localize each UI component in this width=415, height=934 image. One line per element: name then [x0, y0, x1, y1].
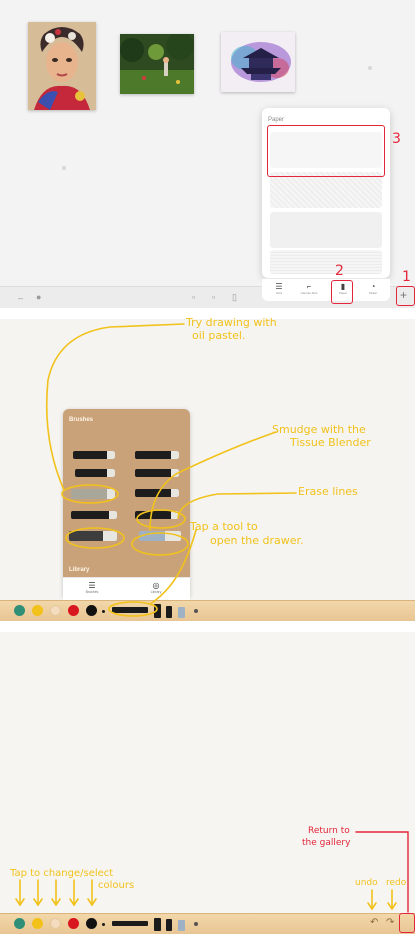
tool-bar: [0, 600, 415, 621]
tissue-blender-tool[interactable]: [139, 531, 181, 541]
note-smudge-line2: Tissue Blender: [290, 436, 371, 449]
redo-icon[interactable]: ↷: [386, 917, 394, 928]
tab-library[interactable]: ◎ Library: [141, 581, 171, 595]
note-tap-tool-line2: open the drawer.: [210, 534, 304, 547]
library-icon: ◎: [152, 581, 160, 590]
note-smudge-line1: Smudge with the: [272, 423, 366, 436]
color-swatch-red[interactable]: [68, 605, 79, 616]
toolbar-settings[interactable]: [194, 922, 198, 926]
gallery-thumbnail-temple[interactable]: [221, 32, 295, 92]
note-redo: redo: [386, 878, 407, 888]
grid-icon: ☰: [275, 282, 283, 291]
brush-tool[interactable]: [71, 511, 117, 519]
note-colours-line2: colours: [98, 880, 135, 891]
gallery-thumbnail-portrait[interactable]: [28, 22, 96, 110]
color-swatch-black[interactable]: [86, 918, 97, 929]
brush-tool[interactable]: [75, 469, 115, 477]
decorative-dot: [368, 66, 372, 70]
callout-number-1: 1: [402, 269, 411, 285]
color-swatch-teal[interactable]: [14, 918, 25, 929]
eraser-tool[interactable]: [135, 511, 179, 519]
note-tap-tool-line1: Tap a tool to: [190, 520, 258, 533]
brushes-icon: ☰: [88, 581, 96, 590]
color-swatch-cream[interactable]: [50, 605, 61, 616]
decorative-dot: [62, 166, 66, 170]
canvas-screen[interactable]: [0, 632, 415, 933]
picker-icon: ◔: [370, 282, 376, 291]
brush-tool[interactable]: [69, 531, 117, 541]
canvas-size-icon: ⌐: [306, 282, 312, 291]
brush-drawer-tabs: ☰ Brushes ◎ Library: [63, 577, 190, 600]
tab-canvas-size[interactable]: ⌐ Canvas Size: [298, 282, 320, 296]
paper-option[interactable]: [270, 172, 382, 208]
highlight-paper-tab: [331, 280, 353, 304]
toolbar-oil-pastel[interactable]: [112, 607, 148, 613]
color-swatch-yellow[interactable]: [32, 605, 43, 616]
paper-option[interactable]: [270, 250, 382, 274]
highlight-add-button: [396, 286, 415, 306]
note-undo: undo: [355, 878, 378, 888]
oil-pastel-tool[interactable]: [71, 489, 115, 499]
help-icon[interactable]: ●: [36, 293, 41, 302]
temple-artwork: [221, 32, 295, 92]
callout-number-2: 2: [335, 263, 344, 279]
paper-option[interactable]: [270, 212, 382, 248]
note-oil-pastel-line2: oil pastel.: [192, 329, 246, 342]
highlight-gallery-button: [399, 913, 415, 933]
section-library: Library: [69, 567, 90, 573]
paper-popup-tabs: ☰ Grid ⌐ Canvas Size ▮ Paper ◔ Picker: [262, 278, 390, 301]
color-swatch-teal[interactable]: [14, 605, 25, 616]
toolbar-oil-pastel[interactable]: [112, 921, 148, 926]
toolbar-marker[interactable]: [154, 604, 161, 618]
brush-tool[interactable]: [73, 451, 115, 459]
tab-picker[interactable]: ◔ Picker: [362, 282, 384, 296]
toolbar-pencil[interactable]: [102, 923, 105, 926]
brush-tool[interactable]: [135, 489, 179, 497]
tab-brushes[interactable]: ☰ Brushes: [77, 581, 107, 595]
toolbar-blender[interactable]: [178, 920, 185, 931]
forest-artwork: [120, 34, 194, 94]
canvas-tool-bar: ↶ ↷: [0, 913, 415, 934]
brush-tool[interactable]: [135, 469, 179, 477]
brush-drawer: Brushes Library: [63, 409, 190, 597]
color-swatch-cream[interactable]: [50, 918, 61, 929]
toolbar-pencil[interactable]: [102, 610, 105, 613]
note-colours-line1: Tap to change/select: [10, 868, 114, 879]
toolbar-settings[interactable]: [194, 609, 198, 613]
paper-popup-title: Paper: [268, 117, 285, 123]
color-swatch-black[interactable]: [86, 605, 97, 616]
share-icon[interactable]: ▫: [192, 293, 195, 302]
note-return-line2: the gallery: [302, 838, 351, 848]
undo-icon[interactable]: ↶: [370, 917, 378, 928]
highlight-paper-option: [267, 125, 385, 177]
color-swatch-yellow[interactable]: [32, 918, 43, 929]
gallery-thumbnail-forest[interactable]: [120, 34, 194, 94]
callout-number-3: 3: [392, 131, 401, 147]
section-brushes: Brushes: [69, 417, 94, 423]
color-swatch-red[interactable]: [68, 918, 79, 929]
portrait-artwork: [28, 22, 96, 110]
note-oil-pastel-line1: Try drawing with: [186, 316, 277, 329]
lock-icon[interactable]: ▫: [212, 293, 215, 302]
tab-grid[interactable]: ☰ Grid: [268, 282, 290, 296]
note-erase-lines: Erase lines: [298, 485, 358, 498]
toolbar-pen[interactable]: [166, 919, 172, 931]
toolbar-marker[interactable]: [154, 918, 161, 931]
minus-icon[interactable]: –: [18, 294, 23, 303]
toolbar-blender[interactable]: [178, 607, 185, 618]
trash-icon[interactable]: ▯: [232, 293, 237, 302]
brush-tool[interactable]: [135, 451, 179, 459]
note-return-line1: Return to: [308, 826, 350, 836]
toolbar-pen[interactable]: [166, 606, 172, 618]
